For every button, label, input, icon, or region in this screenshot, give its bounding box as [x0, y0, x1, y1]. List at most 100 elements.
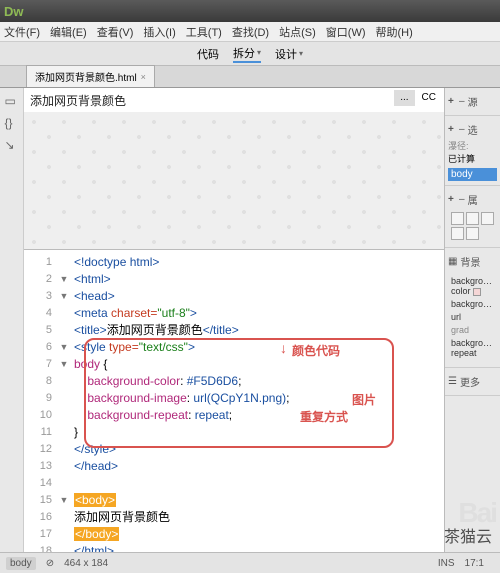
preview-body-text: 添加网页背景颜色	[30, 92, 126, 109]
fold-icon[interactable]: ▼	[58, 492, 70, 509]
menu-tools[interactable]: 工具(T)	[186, 24, 222, 40]
status-sep: ⊘	[46, 558, 54, 569]
code-line[interactable]: 5<title>添加网页背景颜色</title>	[24, 322, 444, 339]
bg-section: ▦背景	[448, 254, 497, 269]
status-tag[interactable]: body	[6, 557, 36, 570]
line-number: 3	[24, 288, 58, 305]
line-number: 9	[24, 390, 58, 407]
line-number: 14	[24, 475, 58, 492]
code-line[interactable]: 18</html>	[24, 543, 444, 552]
chevron-down-icon: ▾	[299, 49, 303, 58]
list-icon: ☰	[448, 376, 457, 387]
close-icon[interactable]: ×	[141, 72, 146, 82]
property-category-icons[interactable]	[448, 209, 497, 243]
code-line[interactable]: 14	[24, 475, 444, 492]
preview-tab-a[interactable]: ...	[394, 90, 414, 106]
status-bar: body ⊘ 464 x 184 INS 17:1	[0, 552, 500, 573]
live-preview: ... CC 添加网页背景颜色	[24, 88, 444, 250]
document-tab[interactable]: 添加网页背景颜色.html ×	[26, 65, 155, 87]
menu-help[interactable]: 帮助(H)	[376, 24, 413, 40]
more-icon	[466, 227, 479, 240]
file-icon[interactable]: ▭	[5, 94, 19, 108]
text-icon	[466, 212, 479, 225]
line-number: 7	[24, 356, 58, 373]
prop-bgimage: background-	[451, 299, 494, 309]
menu-site[interactable]: 站点(S)	[279, 24, 316, 40]
line-number: 11	[24, 424, 58, 441]
code-line[interactable]: 17</body>	[24, 526, 444, 543]
code-line[interactable]: 15▼<body>	[24, 492, 444, 509]
preview-tab-cc[interactable]: CC	[416, 90, 442, 106]
sources-header[interactable]: +–源	[448, 94, 497, 109]
line-number: 8	[24, 373, 58, 390]
prop-bgcolor: background-color	[451, 276, 494, 296]
view-code[interactable]: 代码	[197, 46, 219, 62]
line-number: 1	[24, 254, 58, 271]
code-line[interactable]: 12</style>	[24, 441, 444, 458]
code-line[interactable]: 7▼body {	[24, 356, 444, 373]
status-dimensions: 464 x 184	[64, 558, 108, 569]
property-list[interactable]: background-color background- url grad ba…	[448, 271, 497, 363]
fold-icon[interactable]: ▼	[58, 356, 70, 373]
menu-window[interactable]: 窗口(W)	[326, 24, 366, 40]
computed-label: 已计算	[448, 152, 497, 165]
prop-grad: grad	[451, 325, 494, 335]
fold-icon[interactable]: ▼	[58, 271, 70, 288]
status-rowcol: 17:1	[465, 558, 484, 569]
code-line[interactable]: 11}	[24, 424, 444, 441]
bg-icon	[451, 227, 464, 240]
menu-view[interactable]: 查看(V)	[97, 24, 134, 40]
line-number: 4	[24, 305, 58, 322]
annotation-repeat: 重复方式	[300, 408, 348, 425]
brackets-icon[interactable]: {}	[5, 116, 19, 130]
menu-edit[interactable]: 编辑(E)	[50, 24, 87, 40]
view-split[interactable]: 拆分▾	[233, 45, 261, 63]
selector-body[interactable]: body	[448, 168, 497, 181]
code-line[interactable]: 13</head>	[24, 458, 444, 475]
view-design[interactable]: 设计▾	[275, 46, 303, 62]
code-line[interactable]: 16添加网页背景颜色	[24, 509, 444, 526]
code-editor[interactable]: 1<!doctype html>2▼<html>3▼<head>4<meta c…	[24, 250, 444, 552]
line-number: 18	[24, 543, 58, 552]
code-line[interactable]: 1<!doctype html>	[24, 254, 444, 271]
line-number: 5	[24, 322, 58, 339]
prop-url: url	[451, 312, 494, 322]
code-line[interactable]: 2▼<html>	[24, 271, 444, 288]
line-number: 12	[24, 441, 58, 458]
annotation-color: 颜色代码	[292, 342, 340, 359]
line-number: 16	[24, 509, 58, 526]
code-line[interactable]: 3▼<head>	[24, 288, 444, 305]
preview-background	[24, 112, 444, 249]
preview-tabs: ... CC	[394, 90, 442, 106]
arrow-icon[interactable]: ↘	[5, 138, 19, 152]
code-line[interactable]: 9 background-image: url(QCpY1N.png);	[24, 390, 444, 407]
selectors-header[interactable]: +–选	[448, 122, 497, 137]
code-line[interactable]: 10 background-repeat: repeat;	[24, 407, 444, 424]
code-line[interactable]: 6▼<style type="text/css">	[24, 339, 444, 356]
border-icon	[481, 212, 494, 225]
arrow-down-icon: ↓	[280, 340, 287, 356]
menu-file[interactable]: 文件(F)	[4, 24, 40, 40]
left-toolbar: ▭ {} ↘	[0, 88, 24, 552]
line-number: 10	[24, 407, 58, 424]
line-number: 13	[24, 458, 58, 475]
chevron-down-icon: ▾	[257, 48, 261, 57]
app-logo: Dw	[4, 4, 24, 19]
title-bar: Dw	[0, 0, 500, 22]
line-number: 17	[24, 526, 58, 543]
fold-icon[interactable]: ▼	[58, 288, 70, 305]
code-line[interactable]: 8 background-color: #F5D6D6;	[24, 373, 444, 390]
line-number: 2	[24, 271, 58, 288]
menu-bar: 文件(F) 编辑(E) 查看(V) 插入(I) 工具(T) 查找(D) 站点(S…	[0, 22, 500, 42]
menu-insert[interactable]: 插入(I)	[143, 24, 175, 40]
layout-icon	[451, 212, 464, 225]
status-ins[interactable]: INS	[438, 558, 455, 569]
more-section[interactable]: ☰更多	[448, 374, 497, 389]
crumb: 瀑径:	[448, 139, 497, 152]
code-line[interactable]: 4<meta charset="utf-8">	[24, 305, 444, 322]
annotation-image: 图片	[352, 391, 376, 408]
menu-find[interactable]: 查找(D)	[232, 24, 269, 40]
fold-icon[interactable]: ▼	[58, 339, 70, 356]
tab-label: 添加网页背景颜色.html	[35, 69, 137, 84]
properties-header[interactable]: +–属	[448, 192, 497, 207]
